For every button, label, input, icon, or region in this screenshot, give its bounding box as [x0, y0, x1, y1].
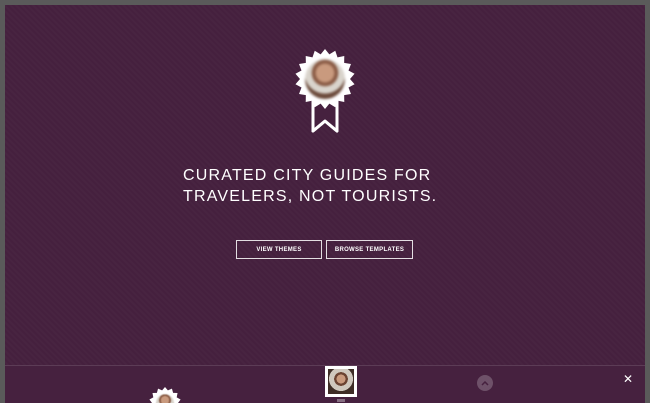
avatar: [305, 59, 345, 99]
bottom-bar: ✕: [5, 365, 645, 403]
view-themes-button[interactable]: VIEW THEMES: [236, 240, 322, 259]
chevron-up-icon[interactable]: [477, 375, 493, 391]
close-icon[interactable]: ✕: [621, 372, 635, 386]
page-frame: CURATED CITY GUIDES FOR TRAVELERS, NOT T…: [5, 5, 645, 403]
tagline-line-2: TRAVELERS, NOT TOURISTS.: [183, 188, 438, 205]
page-title: CURATED CITY GUIDES FOR TRAVELERS, NOT T…: [183, 165, 443, 207]
ribbon-badge-icon: [295, 49, 355, 133]
tagline-line-1: CURATED CITY GUIDES FOR: [183, 167, 432, 184]
thumbnail-image: [328, 369, 354, 394]
mini-badge-icon[interactable]: [149, 387, 181, 403]
browse-templates-button[interactable]: BROWSE TEMPLATES: [326, 240, 413, 259]
thumbnail-caption: [337, 399, 345, 402]
profile-thumbnail[interactable]: [325, 366, 357, 397]
